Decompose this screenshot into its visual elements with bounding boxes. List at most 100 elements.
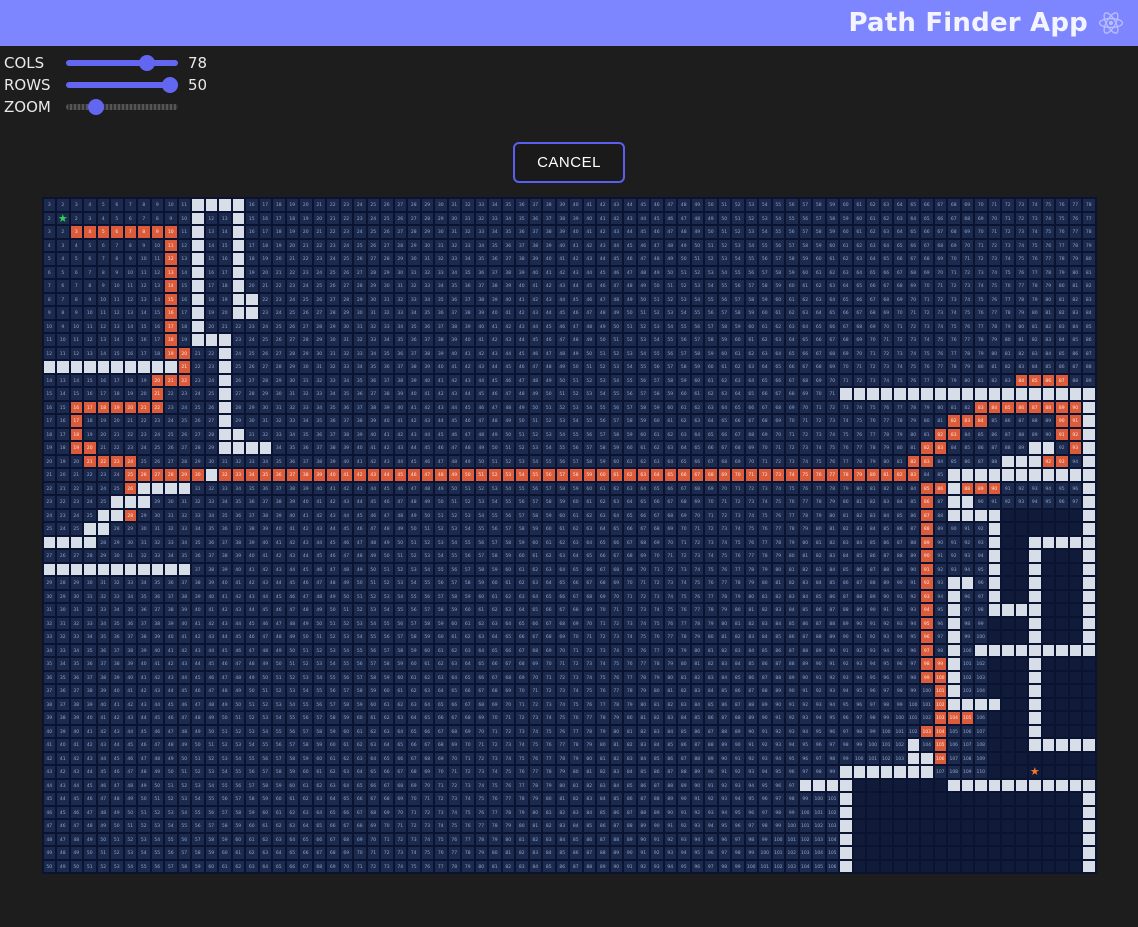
grid-cell[interactable]: 20 <box>43 455 57 469</box>
grid-cell[interactable]: 89 <box>745 711 759 725</box>
grid-cell[interactable]: 55 <box>596 401 610 415</box>
grid-cell[interactable]: 67 <box>893 266 907 280</box>
grid-cell[interactable]: 42 <box>353 468 367 482</box>
grid-cell[interactable]: 84 <box>893 495 907 509</box>
grid-cell[interactable]: 61 <box>259 819 273 833</box>
grid-cell[interactable]: 60 <box>637 428 651 442</box>
grid-cell[interactable]: 80 <box>974 360 988 374</box>
grid-cell[interactable]: 28 <box>421 212 435 226</box>
grid-cell[interactable]: 45 <box>434 428 448 442</box>
grid-cell[interactable]: 85 <box>583 819 597 833</box>
grid-cell[interactable]: 42 <box>164 657 178 671</box>
grid-cell[interactable]: 69 <box>367 819 381 833</box>
grid-cell[interactable]: 46 <box>380 495 394 509</box>
grid-cell[interactable]: 91 <box>920 563 934 577</box>
grid-cell[interactable]: 71 <box>772 441 786 455</box>
grid-cell[interactable]: 62 <box>326 765 340 779</box>
grid-cell[interactable]: 57 <box>353 671 367 685</box>
grid-cell[interactable]: 89 <box>758 698 772 712</box>
grid-cell[interactable]: 44 <box>259 590 273 604</box>
grid-cell[interactable]: 60 <box>826 239 840 253</box>
grid-cell[interactable]: 38 <box>313 455 327 469</box>
grid-cell[interactable]: 83 <box>799 576 813 590</box>
grid-cell[interactable]: 67 <box>556 603 570 617</box>
grid-cell[interactable]: 42 <box>110 711 124 725</box>
grid-cell[interactable]: 51 <box>313 630 327 644</box>
grid-cell[interactable]: 76 <box>475 806 489 820</box>
grid-cell[interactable]: 77 <box>1042 252 1056 266</box>
grid-cell[interactable]: 36 <box>83 657 97 671</box>
grid-cell[interactable]: 31 <box>407 266 421 280</box>
grid-cell[interactable]: 75 <box>569 698 583 712</box>
grid-cell[interactable]: 79 <box>1069 252 1083 266</box>
grid-cell[interactable] <box>1082 779 1096 793</box>
grid-cell[interactable]: 87 <box>1028 401 1042 415</box>
grid-cell[interactable]: 49 <box>515 401 529 415</box>
grid-cell[interactable]: 73 <box>475 765 489 779</box>
grid-cell[interactable]: 95 <box>799 738 813 752</box>
grid-cell[interactable]: 80 <box>866 468 880 482</box>
grid-cell[interactable]: 38 <box>542 225 556 239</box>
grid-cell[interactable]: 66 <box>731 414 745 428</box>
grid-cell[interactable] <box>839 833 853 847</box>
grid-cell[interactable]: 55 <box>326 671 340 685</box>
grid-cell[interactable]: 70 <box>731 468 745 482</box>
grid-cell[interactable]: 76 <box>569 711 583 725</box>
grid-cell[interactable]: 38 <box>448 320 462 334</box>
grid-cell[interactable]: 82 <box>1028 333 1042 347</box>
grid-cell[interactable]: 79 <box>637 684 651 698</box>
grid-cell[interactable]: 84 <box>731 657 745 671</box>
grid-cell[interactable]: 71 <box>812 401 826 415</box>
grid-cell[interactable]: 51 <box>205 738 219 752</box>
grid-cell[interactable]: 90 <box>758 711 772 725</box>
grid-cell[interactable]: 59 <box>826 198 840 212</box>
grid-cell[interactable]: 75 <box>529 738 543 752</box>
grid-cell[interactable]: 78 <box>556 752 570 766</box>
grid-cell[interactable]: 66 <box>596 549 610 563</box>
grid-cell[interactable]: 102 <box>961 671 975 685</box>
grid-cell[interactable]: 53 <box>569 401 583 415</box>
grid-cell[interactable]: 62 <box>691 401 705 415</box>
grid-cell[interactable]: 55 <box>421 576 435 590</box>
grid-cell[interactable] <box>1015 779 1029 793</box>
grid-cell[interactable]: 60 <box>650 414 664 428</box>
grid-cell[interactable]: 25 <box>205 387 219 401</box>
grid-cell[interactable]: 72 <box>677 549 691 563</box>
grid-cell[interactable]: 12 <box>70 347 84 361</box>
grid-cell[interactable]: 68 <box>313 860 327 874</box>
grid-cell[interactable]: 41 <box>340 468 354 482</box>
grid-cell[interactable]: 86 <box>880 536 894 550</box>
grid-cell[interactable]: 74 <box>718 536 732 550</box>
grid-cell[interactable]: 75 <box>866 401 880 415</box>
grid-cell[interactable]: 81 <box>893 455 907 469</box>
grid-cell[interactable]: 36 <box>70 671 84 685</box>
grid-cell[interactable]: 87 <box>650 779 664 793</box>
grid-cell[interactable]: 62 <box>461 630 475 644</box>
grid-cell[interactable]: 84 <box>826 563 840 577</box>
grid-cell[interactable]: 47 <box>394 495 408 509</box>
grid-cell[interactable]: 74 <box>988 266 1002 280</box>
grid-cell[interactable]: 99 <box>799 792 813 806</box>
grid-cell[interactable]: 40 <box>583 212 597 226</box>
grid-cell[interactable] <box>1055 522 1069 536</box>
grid-cell[interactable]: 29 <box>110 536 124 550</box>
grid-cell[interactable]: 54 <box>610 374 624 388</box>
grid-cell[interactable]: 41 <box>97 711 111 725</box>
grid-cell[interactable]: 28 <box>340 293 354 307</box>
grid-cell[interactable]: 68 <box>529 644 543 658</box>
grid-cell[interactable]: 38 <box>407 360 421 374</box>
grid-cell[interactable]: 45 <box>340 522 354 536</box>
grid-cell[interactable]: 72 <box>448 779 462 793</box>
grid-cell[interactable]: 22 <box>137 414 151 428</box>
grid-cell[interactable]: 66 <box>718 428 732 442</box>
grid-cell[interactable]: 50 <box>70 860 84 874</box>
grid-cell[interactable]: 70 <box>448 752 462 766</box>
grid-cell[interactable]: 81 <box>691 657 705 671</box>
grid-cell[interactable]: 41 <box>286 522 300 536</box>
grid-cell[interactable]: 82 <box>556 806 570 820</box>
grid-cell[interactable]: 75 <box>961 306 975 320</box>
grid-cell[interactable]: 20 <box>151 374 165 388</box>
grid-cell[interactable]: 56 <box>313 698 327 712</box>
grid-cell[interactable]: 42 <box>286 536 300 550</box>
grid-cell[interactable]: 89 <box>974 482 988 496</box>
